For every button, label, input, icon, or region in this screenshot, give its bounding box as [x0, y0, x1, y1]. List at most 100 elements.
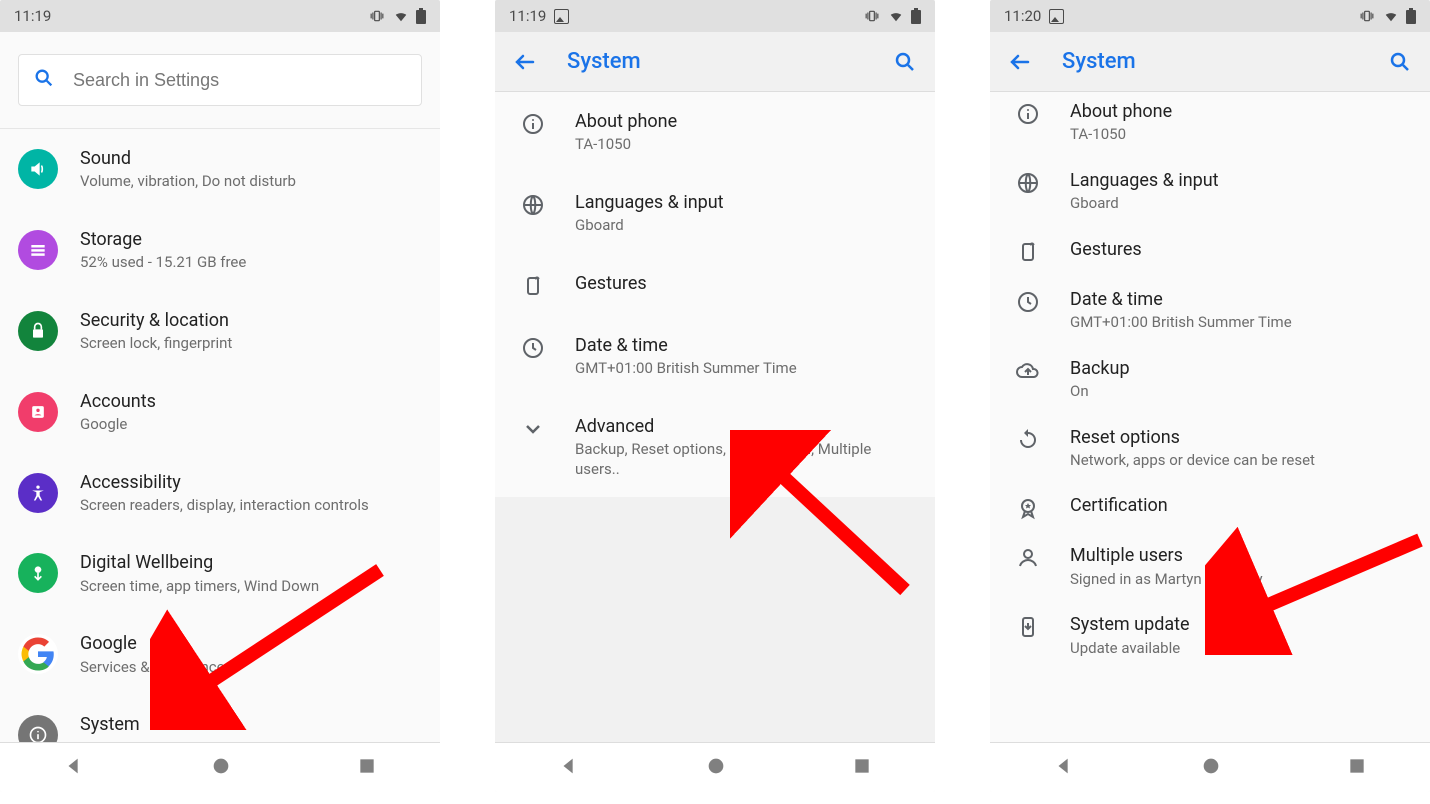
accessibility-icon [18, 473, 58, 513]
row-title: Accounts [80, 390, 422, 413]
row-backup[interactable]: Backup On [990, 345, 1430, 414]
nav-recent-icon[interactable] [1347, 756, 1367, 780]
search-icon [33, 67, 55, 93]
row-title: Date & time [1070, 288, 1412, 311]
status-time: 11:20 [1004, 7, 1041, 25]
phone-screen-1: 11:19 Sound [0, 0, 440, 792]
row-title: Reset options [1070, 426, 1412, 449]
search-area [0, 32, 440, 129]
row-gestures[interactable]: Gestures [990, 226, 1430, 276]
row-date-time[interactable]: Date & time GMT+01:00 British Summer Tim… [990, 276, 1430, 345]
system-list-expanded: About phone TA-1050 Languages & input Gb… [990, 92, 1430, 742]
row-title: Languages & input [1070, 169, 1412, 192]
row-subtitle: Screen time, app timers, Wind Down [80, 577, 422, 597]
row-advanced[interactable]: Advanced Backup, Reset options, Certific… [495, 397, 935, 497]
row-date-time[interactable]: Date & time GMT+01:00 British Summer Tim… [495, 316, 935, 397]
status-bar: 11:20 [990, 0, 1430, 32]
system-list: About phone TA-1050 Languages & input Gb… [495, 92, 935, 497]
row-title: Sound [80, 147, 422, 170]
row-subtitle: Google [80, 415, 422, 435]
search-input[interactable] [73, 70, 407, 91]
globe-icon [513, 191, 553, 217]
system-update-icon [1008, 613, 1048, 639]
row-title: Multiple users [1070, 544, 1412, 567]
row-system-update[interactable]: System update Update available [990, 601, 1430, 670]
info-outline-icon [1008, 100, 1048, 126]
settings-row-accessibility[interactable]: Accessibility Screen readers, display, i… [0, 453, 440, 534]
row-subtitle: Network, apps or device can be reset [1070, 451, 1412, 471]
row-subtitle: Volume, vibration, Do not disturb [80, 172, 422, 192]
row-about-phone[interactable]: About phone TA-1050 [495, 92, 935, 173]
row-gestures[interactable]: Gestures [495, 254, 935, 316]
settings-list: Sound Volume, vibration, Do not disturb … [0, 129, 440, 776]
row-subtitle: Update available [1070, 639, 1412, 659]
row-about-phone[interactable]: About phone TA-1050 [990, 92, 1430, 157]
reset-icon [1008, 426, 1048, 452]
page-title: System [567, 49, 641, 74]
back-button[interactable] [1008, 50, 1032, 74]
cloud-upload-icon [1008, 357, 1048, 383]
row-title: Backup [1070, 357, 1412, 380]
row-subtitle: Services & preferences [80, 658, 422, 678]
battery-icon [416, 8, 426, 24]
row-languages[interactable]: Languages & input Gboard [495, 173, 935, 254]
row-title: System [80, 713, 422, 736]
search-card[interactable] [18, 54, 422, 106]
row-title: Google [80, 632, 422, 655]
settings-row-security[interactable]: Security & location Screen lock, fingerp… [0, 291, 440, 372]
nav-back-icon[interactable] [558, 755, 580, 781]
nav-home-icon[interactable] [1200, 755, 1222, 781]
search-button[interactable] [893, 50, 917, 74]
wifi-icon [392, 9, 410, 23]
row-title: Security & location [80, 309, 422, 332]
nav-bar [0, 742, 440, 792]
row-title: About phone [1070, 100, 1412, 123]
row-subtitle: Backup, Reset options, Certification, Mu… [575, 440, 917, 479]
settings-row-google[interactable]: Google Services & preferences [0, 614, 440, 695]
vibrate-icon [1358, 9, 1376, 23]
back-button[interactable] [513, 50, 537, 74]
row-title: Gestures [1070, 238, 1412, 261]
nav-back-icon[interactable] [63, 755, 85, 781]
info-outline-icon [513, 110, 553, 136]
settings-row-storage[interactable]: Storage 52% used - 15.21 GB free [0, 210, 440, 291]
phone-screen-3: 11:20 System About phone TA-1050 [990, 0, 1430, 792]
settings-row-wellbeing[interactable]: Digital Wellbeing Screen time, app timer… [0, 533, 440, 614]
battery-icon [1406, 8, 1416, 24]
row-title: Digital Wellbeing [80, 551, 422, 574]
row-subtitle: 52% used - 15.21 GB free [80, 253, 422, 273]
row-subtitle: On [1070, 382, 1412, 402]
page-title: System [1062, 49, 1136, 74]
clock-icon [1008, 288, 1048, 314]
vibrate-icon [863, 9, 881, 23]
row-reset-options[interactable]: Reset options Network, apps or device ca… [990, 414, 1430, 483]
row-title: Date & time [575, 334, 917, 357]
google-icon [18, 634, 58, 674]
nav-home-icon[interactable] [705, 755, 727, 781]
nav-back-icon[interactable] [1053, 755, 1075, 781]
row-subtitle: TA-1050 [575, 135, 917, 155]
battery-icon [911, 8, 921, 24]
person-icon [1008, 544, 1048, 570]
nav-recent-icon[interactable] [357, 756, 377, 780]
row-subtitle: TA-1050 [1070, 125, 1412, 145]
row-title: Certification [1070, 494, 1412, 517]
row-subtitle: Screen readers, display, interaction con… [80, 496, 422, 516]
nav-home-icon[interactable] [210, 755, 232, 781]
settings-row-accounts[interactable]: Accounts Google [0, 372, 440, 453]
status-time: 11:19 [509, 7, 546, 25]
vibrate-icon [368, 9, 386, 23]
accounts-icon [18, 392, 58, 432]
row-title: About phone [575, 110, 917, 133]
status-time: 11:19 [14, 7, 51, 25]
row-title: System update [1070, 613, 1412, 636]
row-subtitle: Signed in as Martyn Casserly [1070, 570, 1412, 590]
wellbeing-icon [18, 553, 58, 593]
search-button[interactable] [1388, 50, 1412, 74]
row-subtitle: Gboard [575, 216, 917, 236]
nav-recent-icon[interactable] [852, 756, 872, 780]
row-certification[interactable]: Certification [990, 482, 1430, 532]
row-multiple-users[interactable]: Multiple users Signed in as Martyn Casse… [990, 532, 1430, 601]
settings-row-sound[interactable]: Sound Volume, vibration, Do not disturb [0, 129, 440, 210]
row-languages[interactable]: Languages & input Gboard [990, 157, 1430, 226]
